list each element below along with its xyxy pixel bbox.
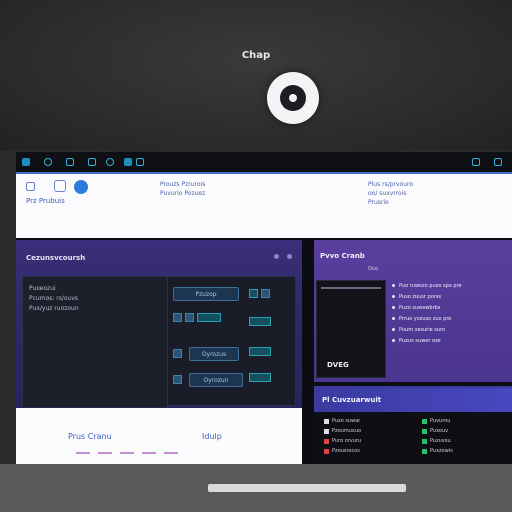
status-row[interactable]: Puxzowis [422, 448, 453, 454]
list-item[interactable]: Puzo suwewbrbs [392, 302, 508, 313]
main-footer: Prus Cranu Idulp [16, 408, 302, 464]
status-icon [324, 448, 329, 454]
media-panel-title: Pvvo Cranb [320, 252, 365, 260]
list-item[interactable]: Prruo yozuso zux pre [392, 313, 508, 324]
item-icon[interactable] [173, 375, 182, 384]
status-icon [324, 438, 329, 444]
profile-icon[interactable] [54, 180, 66, 192]
video-preview[interactable]: DVEG [316, 280, 386, 378]
media-panel: Pvvo Cranb Ouo DVEG Puo ruwozo puzo spo … [314, 240, 512, 382]
taskbar-item[interactable] [124, 158, 144, 166]
status-row[interactable]: Puro orvuru [324, 438, 361, 444]
list-item[interactable]: Puxus suwer oze [392, 335, 508, 346]
monitor-top-bezel [0, 0, 512, 150]
status-icon [422, 428, 427, 434]
check-icon[interactable] [185, 313, 194, 322]
taskbar-item[interactable] [22, 158, 34, 166]
taskbar-item[interactable] [88, 158, 96, 166]
taskbar [16, 152, 512, 172]
action-button[interactable]: Pzuzop [173, 287, 239, 301]
bullet-icon [392, 317, 395, 320]
bullet-icon [392, 295, 395, 298]
tray-icon [472, 158, 480, 166]
footer-strip [76, 452, 178, 454]
folder-icon [88, 158, 96, 166]
status-icon [324, 428, 329, 434]
status-row[interactable]: Puvurou [422, 418, 450, 424]
info-column: Plus rs/prvouro oo/ suxvrrois Prusrio [368, 181, 414, 206]
footer-link[interactable]: Idulp [202, 432, 222, 441]
check-icon[interactable] [173, 313, 182, 322]
toggle-icon[interactable] [261, 289, 270, 298]
browser-icon [44, 158, 52, 166]
media-list: Puo ruwozo puzo spo pre Puso zuusr porss… [392, 280, 508, 346]
file-icon [124, 158, 132, 166]
main-panel: Cezunsvcoursh Puxeozui Pcumos: rs/ouvs P… [16, 240, 302, 464]
status-row[interactable]: Puxouv [422, 428, 448, 434]
bullet-icon [392, 339, 395, 342]
info-column: Prouzs Pzrurois Puvurio Pozuez [160, 181, 206, 197]
clock-icon [494, 158, 502, 166]
bullet-icon [392, 284, 395, 287]
list-item[interactable]: Puum sesurie suro [392, 324, 508, 335]
status-icon [422, 438, 427, 444]
taskbar-item[interactable] [44, 158, 56, 166]
more-icon[interactable] [274, 254, 279, 259]
status-icon[interactable] [74, 180, 88, 194]
item-icon[interactable] [173, 349, 182, 358]
switch-icon[interactable] [249, 347, 271, 356]
action-button[interactable]: Oyrozus [189, 347, 239, 361]
monitor-stand-slot [208, 484, 406, 492]
menu-icon[interactable] [26, 182, 35, 191]
bullet-icon [392, 306, 395, 309]
switch-icon[interactable] [249, 317, 271, 326]
action-button[interactable]: Oyrozun [189, 373, 243, 387]
taskbar-item[interactable] [472, 158, 484, 166]
list-item[interactable]: Puo ruwozo puzo spo pre [392, 280, 508, 291]
main-content: Puxeozui Pcumos: rs/ouvs Pux/yuz ruozoun… [22, 276, 296, 407]
toggle-icon[interactable] [249, 289, 258, 298]
progress-bar[interactable] [321, 287, 381, 289]
status-icon [324, 418, 329, 424]
panel-title: Prz Prubuis [26, 197, 65, 205]
settings-icon [106, 158, 114, 166]
status-row[interactable]: Pzoumuxuo [324, 428, 361, 434]
status-panel: Pl Cuvzuarwuit Puzo suwar Pzoumuxuo Puro… [314, 386, 512, 464]
taskbar-item[interactable] [106, 158, 114, 166]
app-icon [22, 158, 30, 166]
status-panel-header: Pl Cuvzuarwuit [314, 388, 512, 412]
status-row[interactable]: Puzo suwar [324, 418, 360, 424]
switch-icon[interactable] [197, 313, 221, 322]
main-panel-title: Cezunsvcoursh [26, 254, 86, 262]
network-icon [136, 158, 144, 166]
switch-icon[interactable] [249, 373, 271, 382]
left-pane: Puxeozui Pcumos: rs/ouvs Pux/yuz ruozoun [23, 277, 168, 407]
status-icon [422, 418, 427, 424]
status-panel-title: Pl Cuvzuarwuit [322, 396, 382, 404]
status-icon [422, 448, 427, 454]
window-icon [66, 158, 74, 166]
footer-link[interactable]: Prus Cranu [68, 432, 112, 441]
taskbar-item[interactable] [494, 158, 506, 166]
screen: Prz Prubuis Prouzs Pzrurois Puvurio Pozu… [16, 152, 512, 464]
close-icon[interactable] [287, 254, 292, 259]
list-item[interactable]: Puso zuusr porss [392, 291, 508, 302]
header-panel: Prz Prubuis Prouzs Pzrurois Puvurio Pozu… [16, 172, 512, 238]
app-title: Chap [241, 50, 271, 61]
taskbar-item[interactable] [66, 158, 78, 166]
app-logo-icon[interactable] [267, 72, 319, 124]
status-row[interactable]: Pzousrocos [324, 448, 360, 454]
video-label: DVEG [327, 361, 349, 369]
bullet-icon [392, 328, 395, 331]
status-row[interactable]: Puzuvsu [422, 438, 451, 444]
media-panel-subtitle: Ouo [368, 266, 379, 272]
